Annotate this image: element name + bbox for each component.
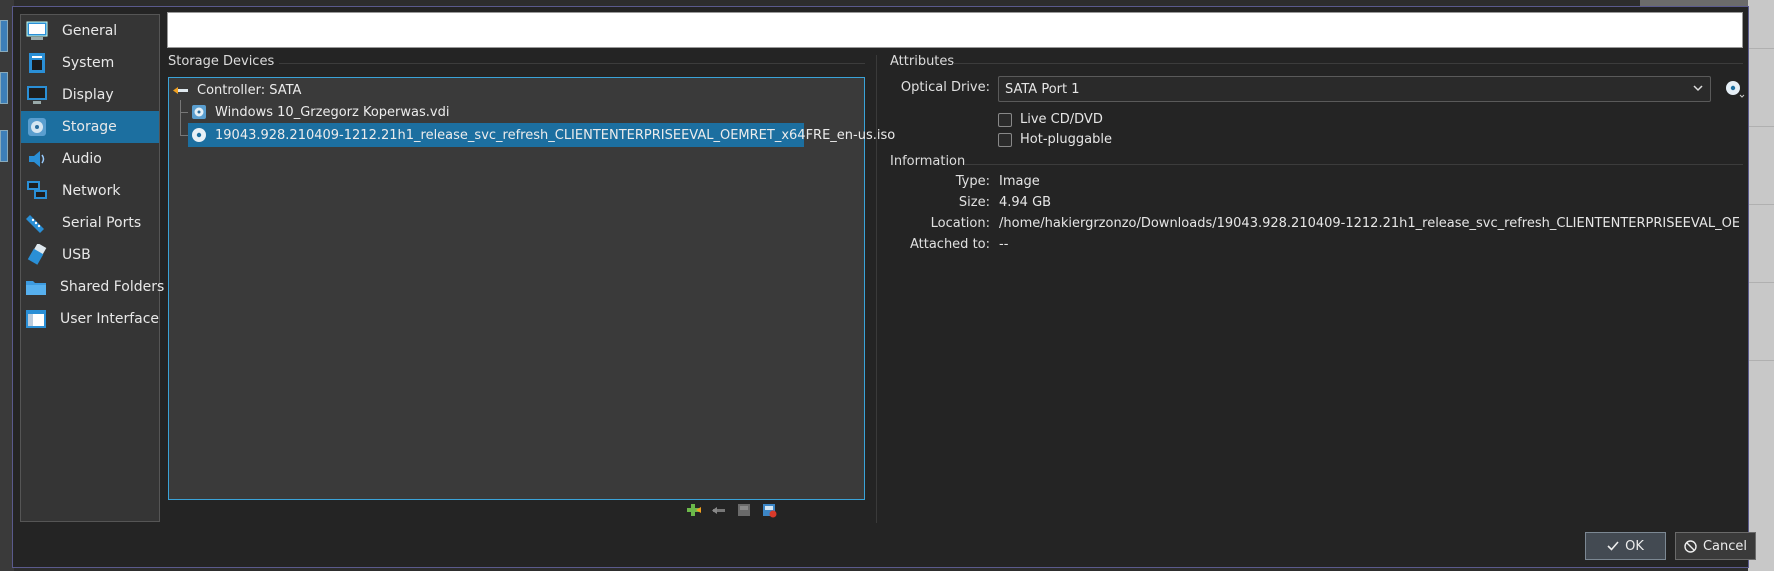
usb-icon [25,243,49,267]
cancel-button[interactable]: Cancel [1675,532,1756,560]
optical-drive-label: Optical Drive: [900,80,990,95]
display-icon [25,83,49,107]
tree-guide [180,135,188,136]
cancel-label: Cancel [1702,538,1748,554]
audio-icon [25,147,49,171]
shared-folders-icon [25,275,47,299]
background-window-right [1748,0,1774,571]
location-label: Location: [930,216,990,231]
network-icon [25,179,49,203]
background-edge-tab [0,130,8,162]
check-icon [1607,540,1619,552]
serial-ports-icon [25,211,49,235]
add-attachment-icon[interactable] [685,501,703,519]
ok-button[interactable]: OK [1585,532,1666,560]
sidebar-item-label: USB [62,247,91,263]
sidebar-item-general[interactable]: General [21,15,159,47]
group-divider [965,164,1743,165]
location-value: /home/hakiergrzonzo/Downloads/19043.928.… [999,216,1739,231]
hard-disk-icon [191,104,207,120]
optical-disc-icon [191,127,207,143]
ok-label: OK [1625,538,1644,554]
sidebar-item-display[interactable]: Display [21,79,159,111]
top-header-field [167,12,1743,48]
size-label: Size: [958,195,990,210]
tree-guide [180,100,181,136]
attachment-label: Windows 10_Grzegorz Koperwas.vdi [215,104,450,120]
sidebar-item-storage[interactable]: Storage [21,111,159,143]
user-interface-icon [25,307,47,331]
controller-label: Controller: SATA [197,82,302,98]
tree-controller-sata[interactable]: Controller: SATA [173,78,301,102]
panel-splitter[interactable] [876,55,877,523]
settings-dialog: General System Display Storage Audio Net… [12,6,1756,568]
sidebar-item-label: Network [62,183,121,199]
chevron-down-icon [1692,82,1704,98]
choose-disk-icon[interactable] [1725,79,1745,99]
remove-disk-icon[interactable] [760,501,778,519]
storage-icon [25,115,49,139]
settings-sidebar: General System Display Storage Audio Net… [20,14,164,522]
background-edge-tab [0,72,8,104]
sidebar-item-label: Audio [62,151,102,167]
tree-item-hard-disk[interactable]: Windows 10_Grzegorz Koperwas.vdi [191,100,449,124]
sidebar-item-system[interactable]: System [21,47,159,79]
size-value: 4.94 GB [999,195,1052,210]
live-cd-checkbox[interactable] [998,112,1012,127]
information-title: Information [890,154,966,169]
sidebar-item-label: Serial Ports [62,215,142,231]
general-icon [25,19,49,43]
system-icon [25,51,49,75]
cancel-icon [1684,539,1697,553]
storage-devices-title: Storage Devices [168,54,275,69]
background-edge-tab [0,20,8,52]
sidebar-item-audio[interactable]: Audio [21,143,159,175]
sidebar-item-label: General [62,23,118,39]
optical-drive-select[interactable]: SATA Port 1 [998,76,1711,102]
group-divider [279,63,865,64]
live-cd-option[interactable]: Live CD/DVD [998,112,1103,127]
sidebar-item-network[interactable]: Network [21,175,159,207]
live-cd-label: Live CD/DVD [1020,112,1103,127]
tree-guide [180,112,188,113]
tree-item-optical[interactable]: 19043.928.210409-1212.21h1_release_svc_r… [188,123,895,147]
type-value: Image [999,174,1040,189]
sidebar-item-label: Display [62,87,114,103]
sidebar-item-label: User Interface [60,311,160,327]
attachment-label: 19043.928.210409-1212.21h1_release_svc_r… [215,127,896,143]
optical-drive-value: SATA Port 1 [1005,81,1080,97]
sidebar-item-shared-folders[interactable]: Shared Folders [21,271,164,303]
group-divider [953,63,1743,64]
attached-to-label: Attached to: [909,237,990,252]
sidebar-item-user-interface[interactable]: User Interface [21,303,159,335]
sidebar-item-label: Shared Folders [60,279,165,295]
sidebar-item-label: System [62,55,115,71]
sidebar-item-label: Storage [62,119,117,135]
storage-tree[interactable]: Controller: SATA Windows 10_Grzegorz Kop… [168,77,895,500]
add-disk-icon[interactable] [735,501,753,519]
type-label: Type: [955,174,990,189]
hot-pluggable-label: Hot-pluggable [1020,132,1112,147]
controller-icon [173,82,189,98]
hot-pluggable-option[interactable]: Hot-pluggable [998,132,1112,147]
attributes-title: Attributes [890,54,955,69]
attached-to-value: -- [999,237,1009,252]
sidebar-item-usb[interactable]: USB [21,239,159,271]
remove-attachment-icon[interactable] [710,501,728,519]
hot-pluggable-checkbox[interactable] [998,132,1012,147]
sidebar-item-serial-ports[interactable]: Serial Ports [21,207,159,239]
